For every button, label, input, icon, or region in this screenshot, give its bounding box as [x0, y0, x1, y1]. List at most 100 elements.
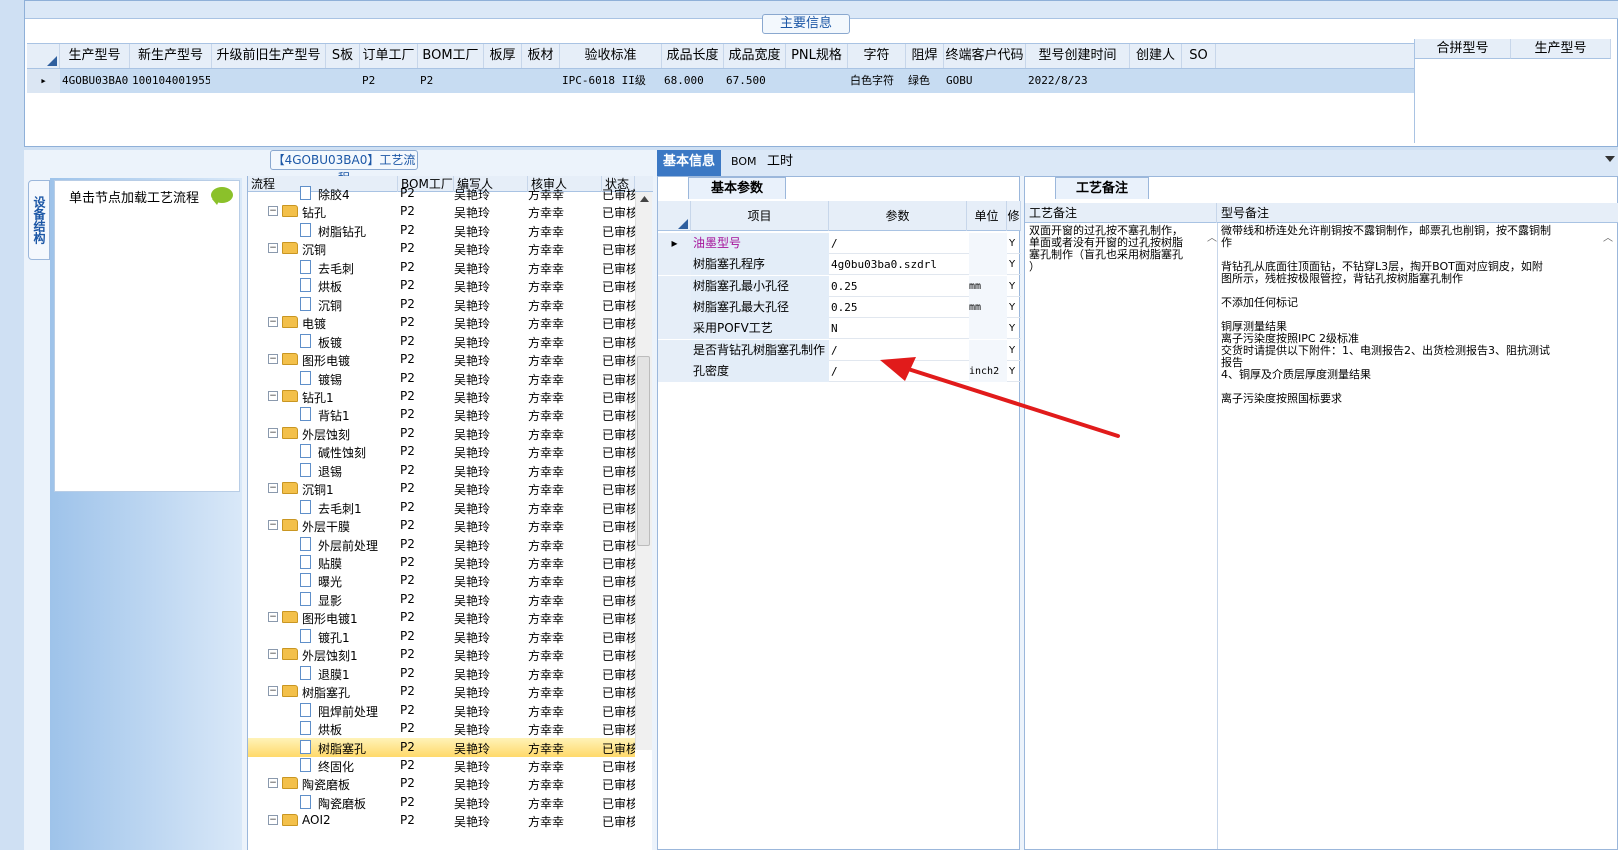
main-col-header[interactable]: 成品长度 — [662, 44, 724, 68]
scroll-up-icon[interactable]: ︿ — [1603, 229, 1615, 244]
param-row[interactable]: 树脂塞孔程序 4g0bu03ba0.szdrl Y — [658, 254, 1021, 276]
tree-row[interactable]: − AOI2 P2 吴艳玲 方幸幸 已审核 — [248, 811, 635, 830]
tab-work-hours[interactable]: 工时 — [761, 150, 799, 176]
tree-row[interactable]: 镀孔1 P2 吴艳玲 方幸幸 已审核 — [248, 627, 635, 646]
main-cell[interactable] — [524, 69, 558, 93]
param-flag[interactable]: Y — [1009, 318, 1021, 339]
main-info-data-row[interactable]: ▸ 4GOBU03BA010010400195551 P2P2 IPC-6018 I… — [27, 69, 1414, 93]
param-row-selector-header[interactable] — [658, 201, 691, 231]
row-selector-header[interactable] — [27, 44, 60, 68]
model-remark-text[interactable]: 微带线和桥连处允许削铜按不露铜制作，邮票孔也削铜，按不露铜制作 背钻孔从底面往顶面… — [1221, 225, 1551, 405]
param-row[interactable]: 孔密度 / inch2 Y — [658, 360, 1021, 382]
param-row[interactable]: 是否背钻孔树脂塞孔制作 / Y — [658, 339, 1021, 361]
param-flag[interactable]: Y — [1009, 276, 1021, 297]
tree-row[interactable]: − 钻孔1 P2 吴艳玲 方幸幸 已审核 — [248, 387, 635, 406]
param-value[interactable]: 0.25 — [831, 297, 965, 318]
tab-basic-info[interactable]: 基本信息 — [657, 150, 722, 176]
production-model-column-header[interactable]: 生产型号 — [1511, 39, 1611, 59]
tree-row[interactable]: 烘板 P2 吴艳玲 方幸幸 已审核 — [248, 276, 635, 295]
scroll-up-icon[interactable] — [636, 192, 653, 206]
side-tab-equipment-structure[interactable]: 设备结构 — [28, 180, 50, 260]
collapse-icon[interactable]: − — [268, 243, 278, 254]
param-col-header[interactable]: 单位 — [967, 201, 1007, 231]
main-cell[interactable]: IPC-6018 II级 — [562, 69, 660, 93]
tree-row[interactable]: 去毛刺1 P2 吴艳玲 方幸幸 已审核 — [248, 498, 635, 517]
tree-row[interactable]: − 沉铜1 P2 吴艳玲 方幸幸 已审核 — [248, 479, 635, 498]
tab-bom[interactable]: BOM — [725, 150, 763, 176]
tree-row[interactable]: − 外层蚀刻 P2 吴艳玲 方幸幸 已审核 — [248, 424, 635, 443]
node-load-box[interactable]: 单击节点加载工艺流程 — [54, 180, 240, 492]
main-cell[interactable]: GOBU — [946, 69, 1024, 93]
main-cell[interactable]: P2 — [420, 69, 482, 93]
main-cell[interactable]: 68.000 — [664, 69, 722, 93]
main-cell[interactable]: 4GOBU03BA0 — [62, 69, 128, 93]
main-cell[interactable] — [1132, 69, 1180, 93]
tree-row[interactable]: 碱性蚀刻 P2 吴艳玲 方幸幸 已审核 — [248, 442, 635, 461]
collapse-icon[interactable]: − — [268, 483, 278, 494]
param-value[interactable]: / — [831, 361, 965, 382]
param-value[interactable]: 4g0bu03ba0.szdrl — [831, 254, 965, 275]
param-flag[interactable]: Y — [1009, 361, 1021, 382]
tree-row[interactable]: 树脂塞孔 P2 吴艳玲 方幸幸 已审核 — [248, 737, 635, 757]
main-col-header[interactable]: PNL规格 — [786, 44, 848, 68]
param-col-header[interactable]: 项目 — [691, 201, 829, 231]
main-col-header[interactable]: 字符 — [848, 44, 906, 68]
param-flag[interactable]: Y — [1009, 340, 1021, 361]
param-value[interactable]: / — [831, 233, 965, 254]
main-col-header[interactable]: 验收标准 — [560, 44, 662, 68]
param-col-header[interactable]: 修 — [1007, 201, 1021, 231]
collapse-icon[interactable]: − — [268, 686, 278, 697]
tree-row[interactable]: 外层前处理 P2 吴艳玲 方幸幸 已审核 — [248, 535, 635, 554]
param-value[interactable]: / — [831, 340, 965, 361]
collapse-icon[interactable]: − — [268, 520, 278, 531]
param-col-header[interactable]: 参数 — [829, 201, 967, 231]
collapse-icon[interactable]: − — [268, 778, 278, 789]
param-value[interactable]: 0.25 — [831, 276, 965, 297]
param-row[interactable]: 采用POFV工艺 N Y — [658, 318, 1021, 340]
param-flag[interactable]: Y — [1009, 297, 1021, 318]
tree-row[interactable]: − 沉铜 P2 吴艳玲 方幸幸 已审核 — [248, 239, 635, 258]
main-cell[interactable]: 10010400195551 — [132, 69, 210, 93]
tree-row[interactable]: − 图形电镀 P2 吴艳玲 方幸幸 已审核 — [248, 350, 635, 369]
collapse-icon[interactable]: − — [268, 612, 278, 623]
main-col-header[interactable]: 订单工厂 — [360, 44, 418, 68]
main-cell[interactable] — [328, 69, 358, 93]
main-col-header[interactable]: 升级前旧生产型号 — [212, 44, 326, 68]
main-col-header[interactable]: 生产型号 — [60, 44, 130, 68]
tree-row[interactable]: 曝光 P2 吴艳玲 方幸幸 已审核 — [248, 571, 635, 590]
main-cell[interactable]: 67.500 — [726, 69, 784, 93]
param-row[interactable]: 树脂塞孔最小孔径 0.25 mm Y — [658, 275, 1021, 297]
tree-row[interactable]: 背钻1 P2 吴艳玲 方幸幸 已审核 — [248, 405, 635, 424]
process-remark-text[interactable]: 双面开窗的过孔按不塞孔制作， 单面或者没有开窗的过孔按树脂 塞孔制作（盲孔也采用… — [1029, 225, 1213, 273]
merged-model-column-header[interactable]: 合拼型号 — [1415, 39, 1511, 59]
param-row[interactable]: ▸ 油墨型号 / Y — [658, 233, 1021, 254]
collapse-icon[interactable]: − — [268, 649, 278, 660]
main-col-header[interactable]: BOM工厂 — [418, 44, 484, 68]
tree-row[interactable]: − 陶瓷磨板 P2 吴艳玲 方幸幸 已审核 — [248, 774, 635, 793]
main-col-header[interactable]: S板 — [326, 44, 360, 68]
main-col-header[interactable]: 板厚 — [484, 44, 522, 68]
main-col-header[interactable]: 型号创建时间 — [1026, 44, 1130, 68]
tree-row[interactable]: 镀锡 P2 吴艳玲 方幸幸 已审核 — [248, 369, 635, 388]
chevron-down-icon[interactable] — [1605, 156, 1615, 162]
param-value[interactable]: N — [831, 318, 965, 339]
tree-row[interactable]: 烘板 P2 吴艳玲 方幸幸 已审核 — [248, 719, 635, 738]
tree-row[interactable]: − 外层干膜 P2 吴艳玲 方幸幸 已审核 — [248, 516, 635, 535]
main-cell[interactable] — [486, 69, 520, 93]
main-cell[interactable]: 2022/8/23 — [1028, 69, 1128, 93]
tree-row[interactable]: 去毛刺 P2 吴艳玲 方幸幸 已审核 — [248, 258, 635, 277]
param-flag[interactable]: Y — [1009, 233, 1021, 254]
tree-row[interactable]: − 树脂塞孔 P2 吴艳玲 方幸幸 已审核 — [248, 682, 635, 701]
scroll-up-icon[interactable]: ︿ — [1207, 229, 1219, 244]
tree-row[interactable]: 显影 P2 吴艳玲 方幸幸 已审核 — [248, 590, 635, 609]
param-flag[interactable]: Y — [1009, 254, 1021, 275]
tree-row[interactable]: 板镀 P2 吴艳玲 方幸幸 已审核 — [248, 332, 635, 351]
tree-scroll-thumb[interactable] — [637, 356, 650, 546]
main-col-header[interactable]: SO — [1182, 44, 1216, 68]
collapse-icon[interactable]: − — [268, 206, 278, 217]
main-col-header[interactable]: 成品宽度 — [724, 44, 786, 68]
tree-row[interactable]: 退膜1 P2 吴艳玲 方幸幸 已审核 — [248, 664, 635, 683]
param-row[interactable]: 树脂塞孔最大孔径 0.25 mm Y — [658, 296, 1021, 318]
collapse-icon[interactable]: − — [268, 317, 278, 328]
tree-row[interactable]: 沉铜 P2 吴艳玲 方幸幸 已审核 — [248, 295, 635, 314]
